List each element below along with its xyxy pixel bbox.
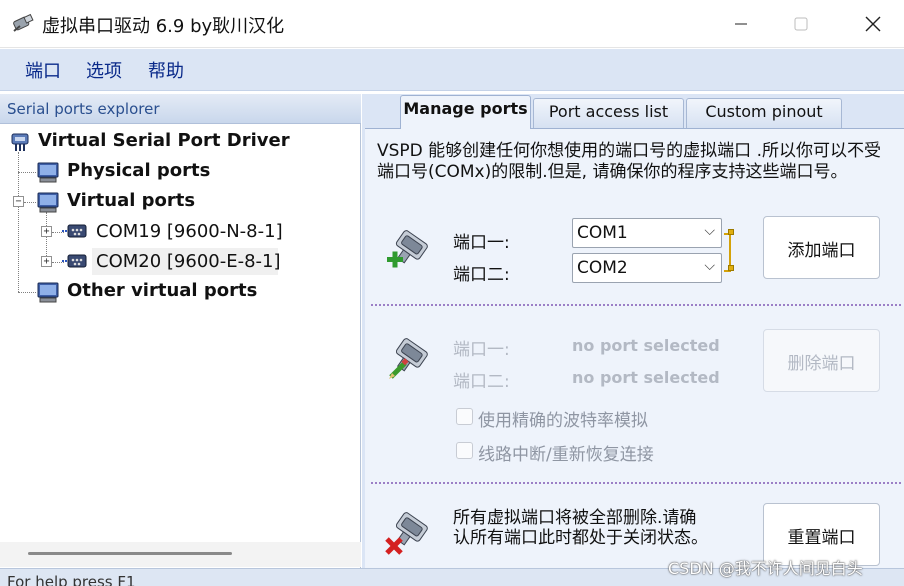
right-pane: Port access list Custom pinout VSPD 能够创建… — [362, 94, 904, 568]
tree-item-com20[interactable]: COM20 [9600-E-8-1] — [96, 251, 281, 272]
remove-port-button[interactable]: 删除端口 — [763, 329, 880, 392]
remove-port2-label: 端口二: — [453, 372, 510, 392]
serial-port-icon — [62, 254, 87, 268]
tree-item-other-virtual-ports[interactable]: Other virtual ports — [67, 280, 257, 301]
tab-manage-ports[interactable]: Manage ports — [400, 95, 531, 129]
remove-port1-value: no port selected — [572, 336, 720, 355]
reconnect-checkbox[interactable] — [456, 442, 473, 459]
tree-item-physical-ports[interactable]: Physical ports — [67, 160, 210, 181]
explorer-header-label: Serial ports explorer — [7, 100, 160, 118]
tree-root[interactable]: Virtual Serial Port Driver — [38, 130, 290, 151]
reset-ports-icon — [385, 512, 428, 555]
serial-plug-icon — [13, 13, 34, 32]
manage-description: VSPD 能够创建任何你想使用的端口号的虚拟端口 .所以你可以不受端口号(COM… — [377, 141, 881, 182]
baud-emulation-label: 使用精确的波特率模拟 — [478, 411, 648, 431]
add-port-button[interactable]: 添加端口 — [763, 216, 880, 279]
close-icon — [865, 16, 881, 32]
port2-select[interactable]: COM2 ⌵ — [572, 253, 722, 283]
window-title: 虚拟串口驱动 6.9 by耿川汉化 — [42, 16, 285, 37]
computer-icon — [37, 192, 59, 213]
chevron-down-icon: ⌵ — [704, 223, 715, 239]
baud-emulation-checkbox[interactable] — [456, 408, 473, 425]
remove-port1-label: 端口一: — [453, 340, 510, 360]
tree-guide-line — [24, 202, 36, 203]
add-port2-label: 端口二: — [453, 265, 510, 285]
menu-item-ports[interactable]: 端口 — [25, 57, 61, 83]
serial-driver-icon — [11, 133, 29, 151]
section-divider — [371, 304, 901, 306]
tree-guide-line — [46, 212, 47, 262]
scrollbar-thumb[interactable] — [28, 552, 232, 555]
tab-port-access-list[interactable]: Port access list — [533, 98, 684, 128]
reset-description: 所有虚拟端口将被全部删除.请确认所有端口此时都处于关闭状态。 — [453, 508, 708, 548]
remove-port2-value: no port selected — [572, 368, 720, 387]
horizontal-scrollbar[interactable] — [0, 542, 361, 567]
maximize-button[interactable] — [774, 0, 828, 48]
tree-guide-line — [18, 152, 19, 292]
menu-bar: 端口 选项 帮助 — [0, 49, 904, 91]
port1-select-value: COM1 — [577, 223, 628, 243]
port2-select-value: COM2 — [577, 258, 628, 278]
maximize-icon — [794, 17, 808, 31]
close-button[interactable] — [846, 0, 900, 48]
title-bar: 虚拟串口驱动 6.9 by耿川汉化 — [0, 0, 904, 48]
manage-ports-panel: VSPD 能够创建任何你想使用的端口号的虚拟端口 .所以你可以不受端口号(COM… — [365, 128, 904, 568]
explorer-header: Serial ports explorer — [0, 94, 361, 124]
reconnect-label: 线路中断/重新恢复连接 — [478, 445, 654, 465]
expand-toggle[interactable]: + — [41, 226, 52, 237]
watermark: CSDN @我不许人间见白头 — [668, 559, 863, 578]
minimize-icon — [735, 23, 747, 25]
add-port1-label: 端口一: — [453, 233, 510, 253]
collapse-toggle[interactable]: − — [13, 196, 24, 207]
menu-item-help[interactable]: 帮助 — [148, 57, 184, 83]
chevron-down-icon: ⌵ — [704, 258, 715, 274]
expand-toggle[interactable]: + — [41, 256, 52, 267]
tree-guide-line — [18, 292, 36, 293]
remove-port-icon — [389, 338, 428, 379]
serial-ports-explorer: Serial ports explorer Virtual Serial Por… — [0, 94, 361, 586]
tree-item-com19[interactable]: COM19 [9600-N-8-1] — [96, 221, 283, 242]
tab-custom-pinout[interactable]: Custom pinout — [686, 98, 842, 128]
menu-item-options[interactable]: 选项 — [86, 57, 122, 83]
bracket-node — [728, 229, 734, 235]
port1-select[interactable]: COM1 ⌵ — [572, 218, 722, 248]
bracket-node — [728, 265, 734, 271]
serial-port-icon — [62, 224, 87, 238]
tree-item-virtual-ports[interactable]: Virtual ports — [67, 190, 195, 211]
computer-icon — [37, 162, 59, 183]
computer-icon — [37, 282, 59, 303]
section-divider — [371, 482, 901, 484]
status-text: For help press F1 — [7, 573, 136, 586]
tree-guide-line — [18, 172, 36, 173]
add-port-icon — [387, 230, 428, 268]
minimize-button[interactable] — [714, 0, 768, 48]
